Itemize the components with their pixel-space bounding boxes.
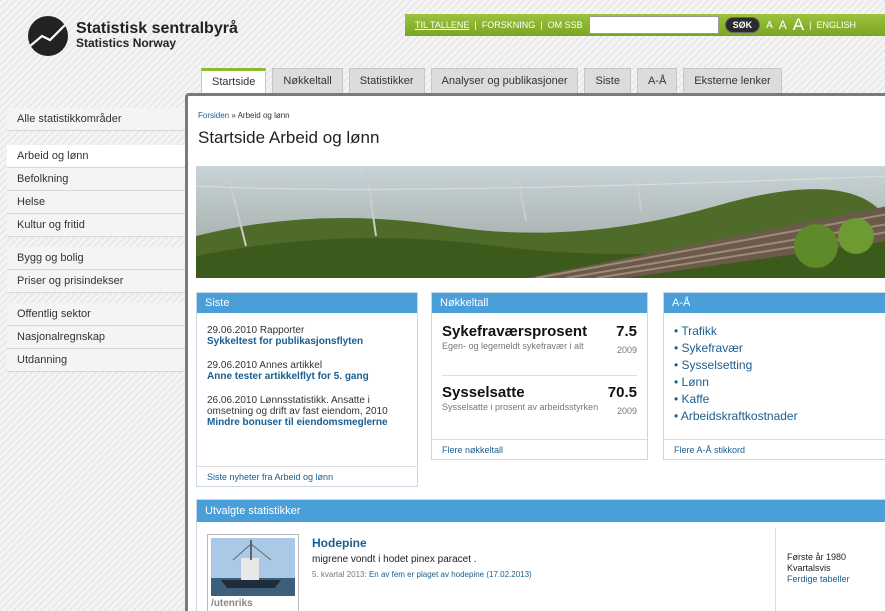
english-link[interactable]: ENGLISH [816, 20, 856, 30]
logo-line1: Statistisk sentralbyrå [76, 20, 238, 37]
siste-heading: Siste [197, 293, 417, 313]
a-aa-more-link[interactable]: Flere A-Å stikkord [674, 445, 745, 455]
a-aa-link[interactable]: Sykefravær [682, 341, 743, 355]
keyfigure-row: Sysselsatte 70.5 Sysselsatte i prosent a… [442, 384, 637, 436]
breadcrumb-current: Arbeid og lønn [237, 111, 290, 120]
sidebar-item-bygg[interactable]: Bygg og bolig [7, 247, 185, 270]
font-size-small-button[interactable]: A [766, 20, 773, 31]
a-aa-heading: A-Å [664, 293, 885, 313]
logo-line2: Statistics Norway [76, 36, 177, 50]
ship-image [211, 538, 295, 596]
news-link[interactable]: Anne tester artikkelflyt for 5. gang [207, 371, 407, 382]
sidebar-item-priser[interactable]: Priser og prisindekser [7, 270, 185, 293]
tab-startside[interactable]: Startside [201, 68, 267, 93]
keyfigure-desc: Egen- og legemeldt sykefravær i alt [442, 341, 584, 351]
tab-eksterne-lenker[interactable]: Eksterne lenker [683, 68, 782, 93]
news-link[interactable]: Sykkeltest for publikasjonsflyten [207, 336, 407, 347]
nokkeltall-heading: Nøkkeltall [432, 293, 647, 313]
news-item: 29.06.2010 Annes artikkel Anne tester ar… [207, 360, 407, 382]
sidebar-item-befolkning[interactable]: Befolkning [7, 168, 185, 191]
om-ssb-link[interactable]: OM SSB [548, 20, 583, 30]
ssb-logo[interactable]: Statistisk sentralbyrå Statistics Norway [28, 16, 238, 56]
tab-nokkeltall[interactable]: Nøkkeltall [272, 68, 343, 93]
sidebar-item-arbeid-og-lonn[interactable]: Arbeid og lønn [7, 145, 192, 168]
utvalgt-text: migrene vondt i hodet pinex paracet . [312, 554, 477, 565]
tab-a-aa[interactable]: A-Å [636, 68, 678, 93]
sidebar-item-offentlig[interactable]: Offentlig sektor [7, 303, 185, 326]
main-tabs: Startside Nøkkeltall Statistikker Analys… [201, 68, 788, 93]
sidebar-item-alle[interactable]: Alle statistikkområder [7, 108, 185, 131]
keyfigure-value: 7.5 [616, 323, 637, 340]
a-aa-link[interactable]: Lønn [682, 375, 709, 389]
a-aa-link[interactable]: Arbeidskraftkostnader [681, 409, 798, 423]
sidebar: Alle statistikkområder Arbeid og lønn Be… [7, 108, 192, 372]
top-utility-bar: TIL TALLENE | FORSKNING | OM SSB SØK A A… [405, 14, 885, 36]
news-item: 29.06.2010 Rapporter Sykkeltest for publ… [207, 325, 407, 347]
nokkeltall-box: Nøkkeltall Sykefraværsprosent 7.5 Egen- … [431, 292, 648, 460]
news-item: 26.06.2010 Lønnsstatistikk. Ansatte i om… [207, 395, 407, 428]
utvalgt-meta: 5. kvartal 2013: En av fem er plaget av … [312, 570, 532, 579]
nokkeltall-more-link[interactable]: Flere nøkkeltall [442, 445, 503, 455]
a-aa-link[interactable]: Trafikk [681, 324, 717, 338]
forskning-link[interactable]: FORSKNING [482, 20, 536, 30]
a-aa-link[interactable]: Kaffe [682, 392, 710, 406]
search-button[interactable]: SØK [724, 17, 761, 33]
main-content: Forsiden » Arbeid og lønn Startside Arbe… [185, 93, 885, 611]
thumb-caption: /utenriks [211, 598, 253, 609]
utvalgte-statistikker-box: Utvalgte statistikker /utenriks Hodepine… [196, 499, 885, 611]
tab-siste[interactable]: Siste [584, 68, 631, 93]
tab-statistikker[interactable]: Statistikker [348, 68, 425, 93]
keyfigure-year: 2009 [616, 406, 637, 416]
font-size-large-button[interactable]: A [793, 15, 804, 35]
news-link[interactable]: Mindre bonuser til eiendomsmeglerne [207, 417, 407, 428]
sidebar-item-kultur[interactable]: Kultur og fritid [7, 214, 185, 237]
siste-box: Siste 29.06.2010 Rapporter Sykkeltest fo… [196, 292, 418, 487]
ferdige-tabeller-link[interactable]: Ferdige tabeller [787, 574, 850, 584]
til-tallene-link[interactable]: TIL TALLENE [415, 20, 469, 30]
utvalgte-heading: Utvalgte statistikker [197, 500, 885, 522]
utvalgt-side-info: Første år 1980 Kvartalsvis Ferdige tabel… [787, 552, 850, 584]
banner-image [196, 166, 885, 278]
utvalgt-title-link[interactable]: Hodepine [312, 536, 367, 550]
sidebar-item-utdanning[interactable]: Utdanning [7, 349, 185, 372]
keyfigure-value: 70.5 [607, 384, 637, 401]
breadcrumb: Forsiden » Arbeid og lønn [198, 111, 290, 120]
utvalgt-article-link[interactable]: En av fem er plaget av hodepine (17.02.2… [369, 570, 532, 579]
siste-more-link[interactable]: Siste nyheter fra Arbeid og lønn [207, 472, 333, 482]
a-aa-box: A-Å Trafikk Sykefravær Sysselsetting Løn… [663, 292, 885, 460]
sidebar-item-helse[interactable]: Helse [7, 191, 185, 214]
keyfigure-year: 2009 [616, 345, 637, 355]
breadcrumb-home-link[interactable]: Forsiden [198, 111, 229, 120]
search-input[interactable] [588, 16, 719, 34]
tab-analyser[interactable]: Analyser og publikasjoner [430, 68, 579, 93]
keyfigure-desc: Sysselsatte i prosent av arbeidsstyrken [442, 402, 599, 412]
ssb-logo-icon [28, 16, 68, 56]
a-aa-link[interactable]: Sysselsetting [682, 358, 753, 372]
font-size-medium-button[interactable]: A [779, 18, 787, 32]
keyfigure-name[interactable]: Sykefraværsprosent [442, 323, 637, 340]
sidebar-item-nasjonalregnskap[interactable]: Nasjonalregnskap [7, 326, 185, 349]
page-title: Startside Arbeid og lønn [198, 128, 380, 147]
keyfigure-row: Sykefraværsprosent 7.5 Egen- og legemeld… [442, 323, 637, 375]
utenriks-thumbnail[interactable]: /utenriks [207, 534, 299, 611]
